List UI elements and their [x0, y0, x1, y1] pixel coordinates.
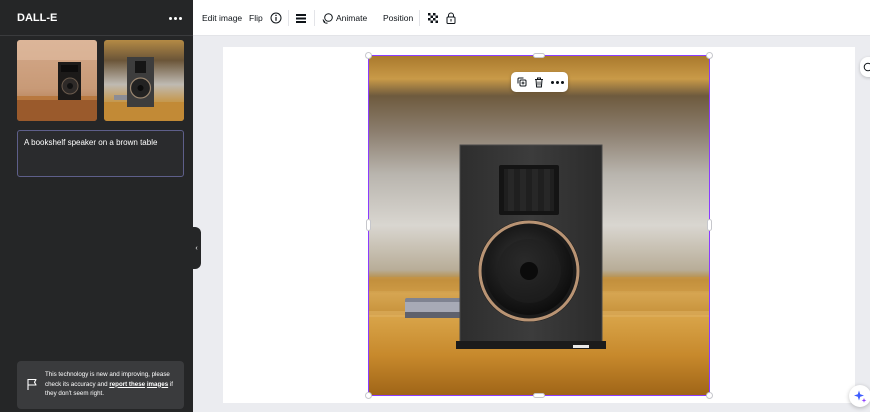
resize-handle-left[interactable] — [366, 219, 371, 231]
prompt-input[interactable]: A bookshelf speaker on a brown table — [17, 130, 184, 177]
duplicate-icon — [517, 77, 527, 87]
toolbar-divider — [314, 10, 315, 26]
generated-image-thumbnail-1[interactable] — [17, 40, 97, 121]
prompt-text: A bookshelf speaker on a brown table — [24, 138, 158, 147]
toolbar-divider — [419, 10, 420, 26]
lock-icon — [446, 12, 456, 24]
resize-handle-top-right[interactable] — [706, 52, 713, 59]
panel-header: DALL-E — [0, 0, 193, 36]
toolbar-divider — [288, 10, 289, 26]
more-horizontal-icon — [168, 16, 182, 20]
info-button[interactable] — [270, 0, 282, 36]
delete-button[interactable] — [531, 72, 547, 92]
line-weight-icon — [296, 13, 306, 23]
info-icon — [270, 12, 282, 24]
resize-handle-bottom-right[interactable] — [706, 392, 713, 399]
report-images-link[interactable]: report these — [109, 381, 145, 388]
magic-sparkle-icon — [854, 390, 867, 403]
more-options-button[interactable] — [549, 72, 565, 92]
border-weight-button[interactable] — [296, 0, 306, 36]
notice-text: This technology is new and improving, pl… — [45, 370, 180, 399]
animate-label: Animate — [336, 13, 368, 23]
panel-more-button[interactable] — [166, 9, 184, 27]
resize-handle-bottom[interactable] — [533, 393, 545, 398]
more-horizontal-icon — [550, 80, 564, 84]
comment-icon — [863, 62, 870, 72]
element-floating-toolbar — [511, 72, 568, 92]
edit-image-button[interactable]: Edit image — [202, 0, 242, 36]
transparency-button[interactable] — [428, 0, 438, 36]
flip-button[interactable]: Flip — [249, 0, 263, 36]
resize-handle-right[interactable] — [707, 219, 712, 231]
chevron-left-icon: ‹ — [195, 244, 198, 252]
lock-button[interactable] — [446, 0, 456, 36]
position-button[interactable]: Position — [383, 0, 413, 36]
transparency-icon — [428, 13, 438, 23]
dalle-panel: DALL-E A bookshelf speaker on a brown ta… — [0, 0, 193, 412]
resize-handle-top[interactable] — [533, 53, 545, 58]
animate-button[interactable]: Animate — [322, 0, 367, 36]
resize-handle-top-left[interactable] — [365, 52, 372, 59]
collapse-panel-button[interactable]: ‹ — [192, 227, 201, 269]
report-images-link-cont[interactable]: images — [147, 381, 168, 388]
resize-handle-bottom-left[interactable] — [365, 392, 372, 399]
trash-icon — [535, 77, 543, 87]
comment-button[interactable] — [860, 57, 870, 77]
panel-title: DALL-E — [17, 12, 58, 24]
duplicate-button[interactable] — [514, 72, 530, 92]
generated-image-thumbnail-2[interactable] — [104, 40, 184, 121]
accuracy-notice: This technology is new and improving, pl… — [17, 361, 184, 409]
generated-speaker-image[interactable] — [368, 55, 710, 396]
flag-icon — [27, 378, 37, 390]
image-toolbar: Edit image Flip Animate Position — [193, 0, 870, 36]
magic-assistant-button[interactable] — [849, 385, 870, 407]
animate-icon — [322, 12, 333, 24]
